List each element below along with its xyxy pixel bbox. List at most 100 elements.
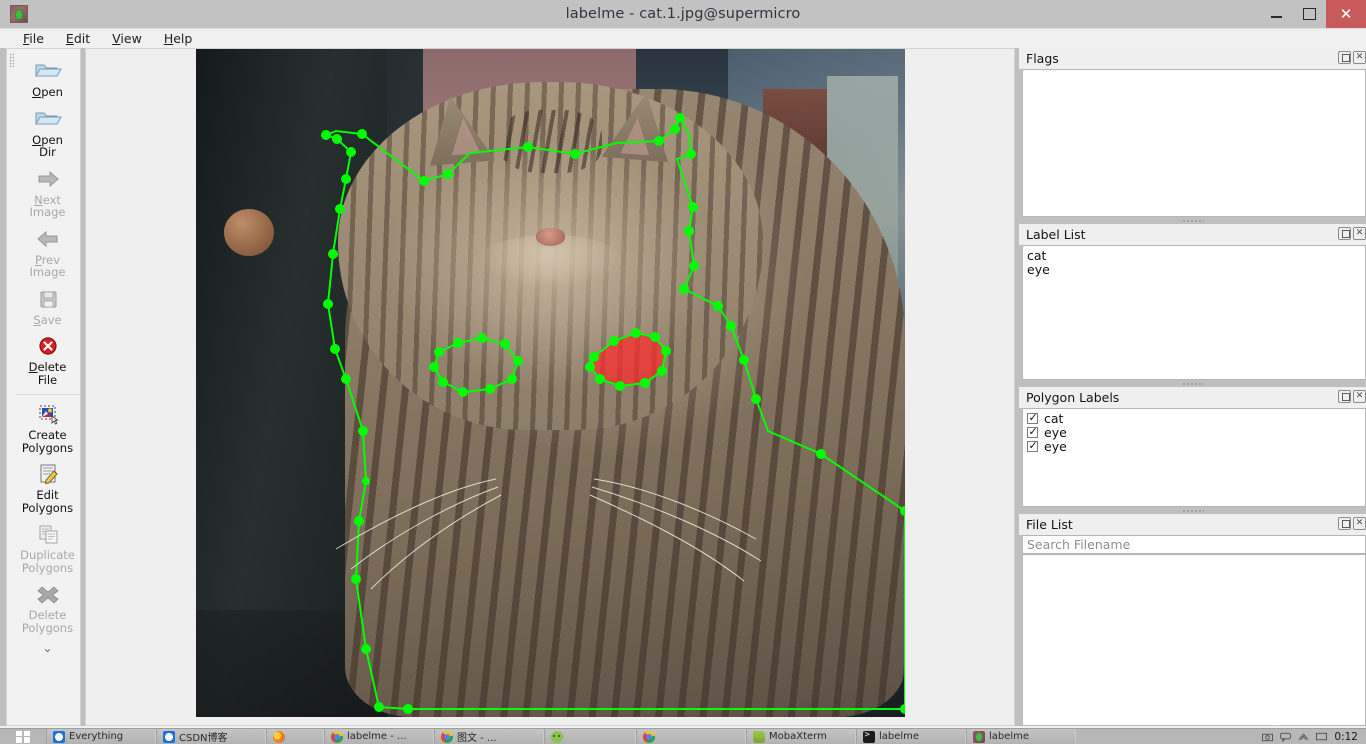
panel-label-list: Label List ✕ cat eye [1019, 224, 1366, 380]
shape-eye-left [429, 333, 523, 397]
tool-open-dir[interactable]: Open Dir [15, 103, 80, 163]
close-icon[interactable]: ✕ [1353, 227, 1366, 240]
menu-help[interactable]: Help [153, 31, 204, 46]
menu-edit-rest: dit [73, 31, 91, 46]
tool-open-label: Open [32, 86, 63, 99]
grip-dots-icon [8, 53, 14, 67]
taskbar-item[interactable]: MobaXterm [746, 729, 856, 744]
camera-icon[interactable] [1262, 732, 1274, 742]
menu-file[interactable]: File [12, 31, 55, 46]
polygon-label-checkbox[interactable] [1027, 411, 1038, 424]
close-icon[interactable]: ✕ [1353, 51, 1366, 64]
splitter-flags-labellist[interactable] [1019, 217, 1366, 224]
float-icon[interactable] [1338, 227, 1351, 240]
menu-view[interactable]: View [101, 31, 153, 46]
float-icon[interactable] [1338, 517, 1351, 530]
start-button[interactable] [0, 729, 46, 744]
toolbar-separator [15, 394, 80, 395]
panel-label-list-body[interactable]: cat eye [1022, 245, 1366, 380]
tool-next-image[interactable]: Next Image [15, 163, 80, 223]
panel-file-list-buttons: ✕ [1338, 517, 1366, 530]
float-icon[interactable] [1338, 51, 1351, 64]
tool-duplicate-polygons[interactable]: Duplicate Polygons [15, 518, 80, 578]
label-list-item-label: eye [1027, 261, 1050, 277]
shape-eye-right-selected [585, 328, 671, 391]
toolbar-overflow-chevron-icon[interactable]: ⌄ [42, 642, 52, 654]
table-row[interactable]: eye [1023, 424, 1365, 440]
maximize-button[interactable] [1293, 0, 1326, 28]
tool-open-dir-label-2: Dir [39, 145, 56, 159]
taskbar-item-label: MobaXterm [769, 731, 827, 742]
right-dock: Flags ✕ Label List ✕ cat eye Polygon Lab… [1018, 48, 1366, 726]
list-item[interactable]: cat [1023, 247, 1365, 263]
polygon-label-text: eye [1044, 438, 1067, 454]
taskbar-item[interactable] [544, 729, 636, 744]
polygon-label-text: eye [1044, 424, 1067, 440]
tool-next-image-label-2: Image [29, 205, 66, 219]
tool-delete-file[interactable]: Delete File [15, 330, 80, 390]
taskbar-item[interactable]: labelme - ... [324, 729, 434, 744]
label-list-item-label: cat [1027, 247, 1047, 263]
toolbar-drag-handle[interactable] [6, 48, 15, 726]
tool-save[interactable]: Save [15, 283, 80, 331]
splitter-labellist-polygonlabels[interactable] [1019, 380, 1366, 387]
panel-flags-list[interactable] [1022, 69, 1366, 217]
annotated-image[interactable] [196, 49, 905, 717]
close-icon[interactable]: ✕ [1353, 390, 1366, 403]
tool-save-accel: S [33, 312, 41, 327]
taskbar-item[interactable]: 图文 - ... [434, 729, 544, 744]
table-row[interactable]: eye [1023, 438, 1365, 454]
taskbar-item[interactable]: labelme [856, 729, 966, 744]
duplicate-polygons-icon [33, 521, 63, 547]
menu-edit[interactable]: Edit [55, 31, 101, 46]
panel-polygon-labels-title: Polygon Labels [1026, 390, 1120, 405]
browser-blue-icon [53, 730, 65, 743]
tool-open-accel: O [32, 85, 42, 99]
panel-polygon-labels: Polygon Labels ✕ cat eye [1019, 387, 1366, 507]
menu-bar: File Edit View Help [0, 28, 1366, 48]
taskbar-item-active[interactable]: labelme [966, 729, 1076, 744]
tool-open[interactable]: Open [15, 55, 80, 103]
left-toolbar: Open Open Dir Next Image Prev Image Save… [15, 48, 81, 726]
polygon-label-checkbox[interactable] [1027, 425, 1038, 438]
panel-polygon-labels-body[interactable]: cat eye eye [1022, 408, 1366, 507]
minimize-button[interactable] [1260, 0, 1293, 28]
polygon-label-checkbox[interactable] [1027, 439, 1038, 452]
browser-blue-icon [163, 730, 175, 743]
taskbar-item[interactable] [266, 729, 324, 744]
canvas-area [83, 48, 1018, 726]
system-tray: 0:12 [1262, 729, 1366, 744]
close-button[interactable]: ✕ [1326, 0, 1366, 28]
network-icon[interactable] [1298, 732, 1309, 742]
tool-delete-polygons-label-1: Delete [28, 608, 67, 622]
tool-create-polygons[interactable]: Create Polygons [15, 398, 80, 458]
close-icon[interactable]: ✕ [1353, 517, 1366, 530]
tool-prev-image[interactable]: Prev Image [15, 223, 80, 283]
taskbar-item[interactable]: CSDN博客 [156, 729, 266, 744]
tool-delete-polygons[interactable]: Delete Polygons [15, 578, 80, 638]
splitter-polygonlabels-filelist[interactable] [1019, 507, 1366, 514]
panel-file-list: File List ✕ [1019, 514, 1366, 726]
tool-edit-polygons[interactable]: Edit Polygons [15, 458, 80, 518]
panel-flags-header: Flags ✕ [1019, 48, 1366, 69]
tool-delete-file-label-2: File [37, 372, 58, 387]
list-item[interactable]: eye [1023, 261, 1365, 277]
chat-icon[interactable] [1280, 732, 1292, 742]
float-icon[interactable] [1338, 390, 1351, 403]
monitor-icon[interactable] [1316, 732, 1328, 742]
search-filename-input[interactable] [1022, 535, 1366, 554]
firefox-icon [273, 730, 285, 743]
taskbar-item[interactable]: Everything [46, 729, 156, 744]
table-row[interactable]: cat [1023, 411, 1365, 426]
terminal-icon [863, 730, 875, 743]
panel-file-list-body[interactable] [1022, 554, 1366, 726]
canvas-scroll-view[interactable] [85, 48, 1015, 726]
taskbar-item[interactable] [636, 729, 746, 744]
tool-open-rest: pen [41, 85, 63, 99]
menu-help-accel: H [163, 31, 174, 46]
delete-file-icon [33, 333, 63, 359]
panel-flags: Flags ✕ [1019, 48, 1366, 217]
title-bar: labelme - cat.1.jpg@supermicro ✕ [0, 0, 1366, 28]
window-controls: ✕ [1260, 0, 1366, 28]
taskbar-clock[interactable]: 0:12 [1334, 731, 1358, 743]
